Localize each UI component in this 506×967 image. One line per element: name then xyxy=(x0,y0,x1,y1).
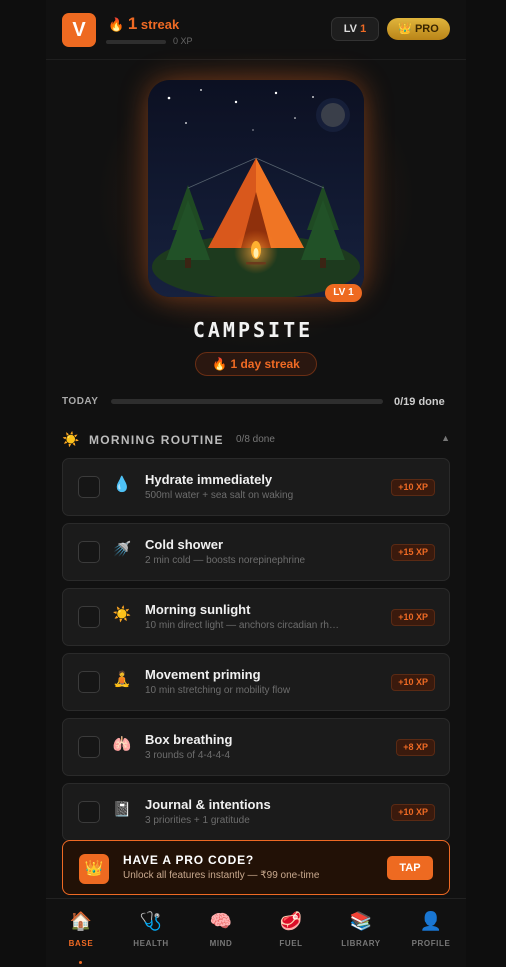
sun-icon: ☀️ xyxy=(62,431,80,447)
nav-label: FUEL xyxy=(279,939,303,948)
level-badge[interactable]: LV 1 xyxy=(331,17,379,41)
task-xp-badge: +15 XP xyxy=(391,544,435,561)
nav-label: LIBRARY xyxy=(341,939,381,948)
nav-mind[interactable]: 🧠 MIND xyxy=(186,911,256,948)
task-xp-badge: +10 XP xyxy=(391,804,435,821)
task-checkbox[interactable] xyxy=(78,801,100,823)
nav-fuel[interactable]: 🥩 FUEL xyxy=(256,911,326,948)
task-name: Hydrate immediately xyxy=(145,472,273,487)
nav-library[interactable]: 📚 LIBRARY xyxy=(326,911,396,948)
avatar[interactable]: V xyxy=(62,13,96,47)
nav-label: PROFILE xyxy=(411,939,451,948)
level-prefix: LV xyxy=(343,23,358,35)
shower-icon: 🚿 xyxy=(112,541,132,558)
books-icon: 📚 xyxy=(349,911,373,931)
promo-subtitle: Unlock all features instantly — ₹99 one-… xyxy=(123,870,320,881)
task-card[interactable]: ☀️ Morning sunlight 10 min direct light … xyxy=(62,588,450,646)
campsite-scene-svg xyxy=(148,80,364,297)
today-done-count: 0/19 done xyxy=(394,396,445,408)
task-checkbox[interactable] xyxy=(78,736,100,758)
day-streak-text: 1 day streak xyxy=(230,357,300,371)
level-value: 1 xyxy=(360,23,367,35)
nav-label: MIND xyxy=(209,939,233,948)
task-xp-badge: +10 XP xyxy=(391,609,435,626)
tap-button[interactable]: TAP xyxy=(387,856,433,880)
lungs-icon: 🫁 xyxy=(112,736,132,753)
task-description: 10 min stretching or mobility flow xyxy=(145,685,291,696)
streak-label: streak xyxy=(140,17,180,32)
today-progress-bar xyxy=(111,399,383,404)
xp-label: 0 XP xyxy=(173,36,193,46)
task-card[interactable]: 🧘 Movement priming 10 min stretching or … xyxy=(62,653,450,711)
fire-icon: 🔥 xyxy=(212,357,228,371)
morning-routine-header[interactable]: ☀️ MORNING ROUTINE 0/8 done ▲ xyxy=(62,431,450,449)
xp-progress-bar xyxy=(106,40,166,44)
meditation-icon: 🧘 xyxy=(112,671,132,688)
home-icon: 🏠 xyxy=(69,911,93,931)
nav-label: BASE xyxy=(68,939,94,948)
moon xyxy=(321,103,345,127)
task-checkbox[interactable] xyxy=(78,671,100,693)
pro-button[interactable]: 👑 PRO xyxy=(387,18,450,40)
app-root: V 🔥 1 streak 0 XP LV 1 👑 PRO LV 1 CAMPSI… xyxy=(0,0,506,967)
user-icon: 👤 xyxy=(419,911,443,931)
stethoscope-icon: 🩺 xyxy=(139,911,163,931)
active-indicator xyxy=(79,961,82,964)
task-checkbox[interactable] xyxy=(78,606,100,628)
water-drop-icon: 💧 xyxy=(112,476,132,493)
task-description: 3 rounds of 4-4-4-4 xyxy=(145,750,231,761)
task-name: Movement priming xyxy=(145,667,261,682)
task-name: Morning sunlight xyxy=(145,602,251,617)
task-card[interactable]: 📓 Journal & intentions 3 priorities + 1 … xyxy=(62,783,450,841)
task-name: Box breathing xyxy=(145,732,233,747)
day-streak-pill: 🔥 1 day streak xyxy=(195,352,317,376)
task-description: 2 min cold — boosts norepinephrine xyxy=(145,555,306,566)
fire-icon: 🔥 xyxy=(108,17,125,32)
task-checkbox[interactable] xyxy=(78,541,100,563)
task-checkbox[interactable] xyxy=(78,476,100,498)
task-name: Cold shower xyxy=(145,537,224,552)
today-label: TODAY xyxy=(62,396,99,407)
crown-icon: 👑 xyxy=(79,854,109,884)
section-title: MORNING ROUTINE xyxy=(89,433,224,447)
nav-profile[interactable]: 👤 PROFILE xyxy=(396,911,466,948)
task-xp-badge: +10 XP xyxy=(391,479,435,496)
bottom-nav: 🏠 BASE 🩺 HEALTH 🧠 MIND 🥩 FUEL 📚 LIBRARY … xyxy=(46,898,466,967)
task-description: 3 priorities + 1 gratitude xyxy=(145,815,250,826)
task-description: 500ml water + sea salt on waking xyxy=(145,490,294,501)
pro-label: PRO xyxy=(414,23,439,35)
nav-base[interactable]: 🏠 BASE xyxy=(46,911,116,964)
notebook-icon: 📓 xyxy=(112,801,132,818)
streak-count: 1 xyxy=(127,14,138,33)
task-xp-badge: +10 XP xyxy=(391,674,435,691)
task-description: 10 min direct light — anchors circadian … xyxy=(145,620,339,631)
task-card[interactable]: 🫁 Box breathing 3 rounds of 4-4-4-4 +8 X… xyxy=(62,718,450,776)
task-card[interactable]: 💧 Hydrate immediately 500ml water + sea … xyxy=(62,458,450,516)
scene-level-badge: LV 1 xyxy=(325,284,362,302)
meat-icon: 🥩 xyxy=(279,911,303,931)
task-card[interactable]: 🚿 Cold shower 2 min cold — boosts norepi… xyxy=(62,523,450,581)
nav-health[interactable]: 🩺 HEALTH xyxy=(116,911,186,948)
nav-label: HEALTH xyxy=(133,939,169,948)
scene-title: CAMPSITE xyxy=(192,318,314,342)
section-count: 0/8 done xyxy=(236,434,275,445)
task-xp-badge: +8 XP xyxy=(396,739,435,756)
campsite-illustration xyxy=(148,80,364,297)
sun-icon: ☀️ xyxy=(112,606,132,623)
streak-counter: 🔥 1 streak xyxy=(108,14,179,34)
chevron-up-icon[interactable]: ▲ xyxy=(441,433,450,443)
promo-title: HAVE A PRO CODE? xyxy=(123,853,255,867)
crown-icon: 👑 xyxy=(398,23,412,35)
task-name: Journal & intentions xyxy=(145,797,271,812)
pro-code-banner[interactable]: 👑 HAVE A PRO CODE? Unlock all features i… xyxy=(62,840,450,895)
brain-icon: 🧠 xyxy=(209,911,233,931)
